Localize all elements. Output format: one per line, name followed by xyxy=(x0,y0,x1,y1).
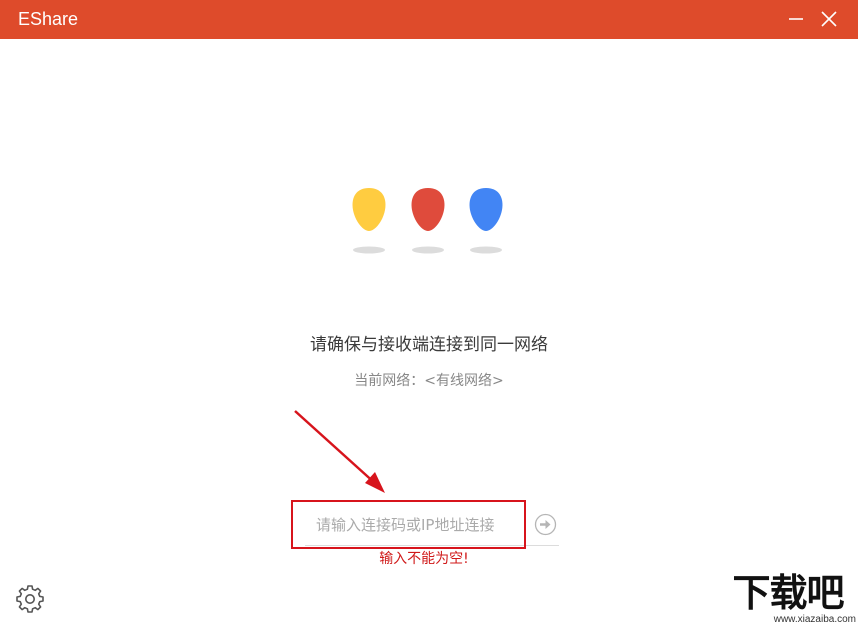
close-icon xyxy=(821,11,837,27)
minimize-icon xyxy=(789,18,803,20)
settings-button[interactable] xyxy=(16,585,44,613)
title-bar: EShare xyxy=(0,0,858,39)
connection-code-input[interactable] xyxy=(294,503,524,547)
annotation-arrow xyxy=(285,403,395,498)
watermark-url: www.xiazaiba.com xyxy=(773,614,856,625)
arrow-right-circle-icon xyxy=(534,513,557,536)
current-network-status: 当前网络：<有线网络> xyxy=(354,373,504,389)
connect-button[interactable] xyxy=(534,513,557,536)
close-button[interactable] xyxy=(817,7,841,31)
yellow-drop xyxy=(352,188,386,254)
gear-icon xyxy=(16,585,44,613)
minimize-button[interactable] xyxy=(784,7,808,31)
app-title: EShare xyxy=(18,9,79,29)
network-instruction: 请确保与接收端连接到同一网络 xyxy=(310,335,548,355)
error-message: 输入不能为空! xyxy=(379,551,469,567)
watermark: 下载吧 www.xiazaiba.com xyxy=(720,570,856,625)
red-drop xyxy=(411,188,445,254)
blue-drop xyxy=(469,188,503,254)
watermark-logo-text: 下载吧 xyxy=(732,571,844,615)
eshare-logo xyxy=(345,183,515,263)
